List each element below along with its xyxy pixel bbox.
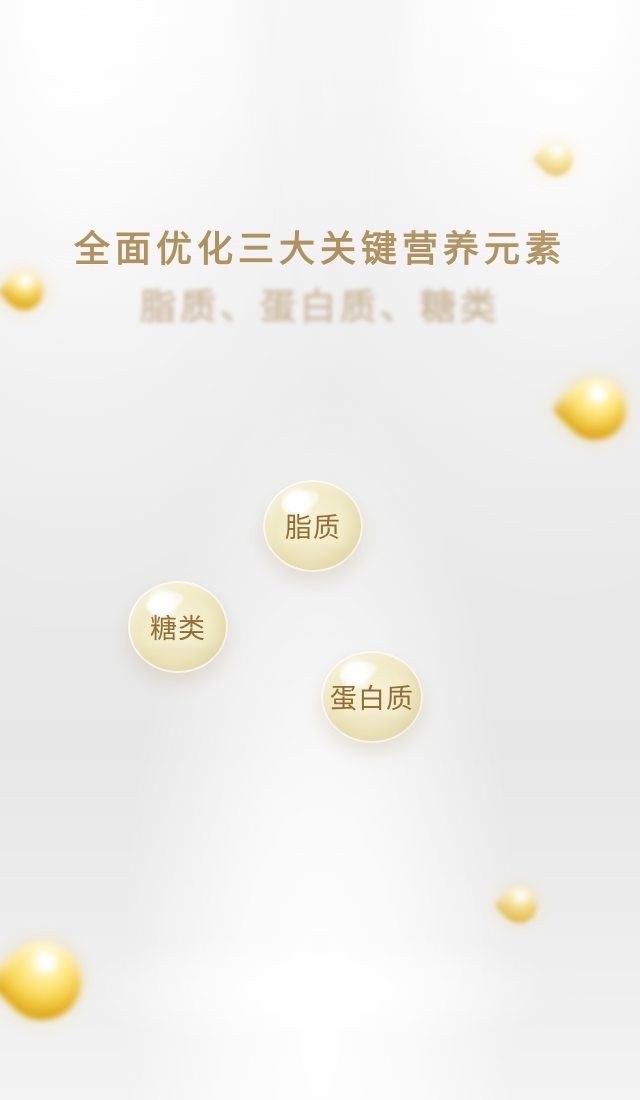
floor-glow: [70, 930, 570, 1050]
page-subtitle: 脂质、蛋白质、糖类: [139, 287, 500, 328]
nutrient-label-fat: 脂质: [285, 512, 341, 544]
promo-page: 全面优化三大关键营养元素 脂质、蛋白质、糖类 脂质 糖类 蛋白质: [0, 0, 640, 1100]
nutrient-bubble-sugar: 糖类: [128, 581, 228, 673]
nutrient-label-sugar: 糖类: [150, 613, 206, 645]
oil-drop-icon: [551, 365, 639, 453]
nutrient-bubble-protein: 蛋白质: [321, 651, 423, 743]
nutrient-bubble-fat: 脂质: [263, 480, 363, 572]
page-title: 全面优化三大关键营养元素: [73, 229, 566, 270]
nutrient-label-protein: 蛋白质: [330, 683, 414, 715]
oil-drop-icon: [493, 879, 545, 931]
oil-drop-icon: [531, 134, 581, 184]
